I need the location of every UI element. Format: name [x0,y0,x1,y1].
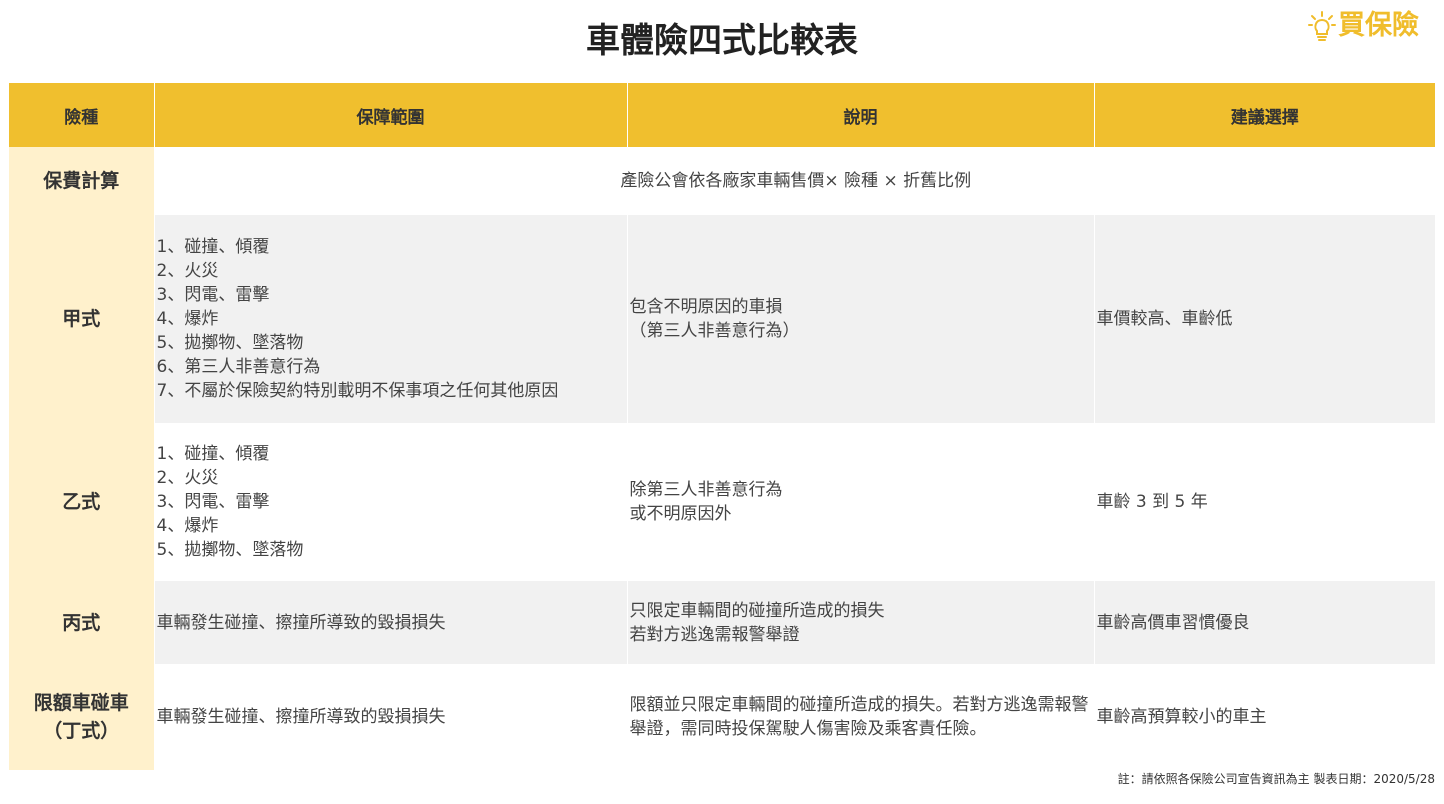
type-label-line: 乙式 [62,491,101,513]
footnote: 註：請依照各保險公司宣告資訊為主 製表日期：2020/5/28 [1117,772,1435,786]
type-label-line: 限額車碰車 [33,692,129,714]
coverage-item: 3、閃電、雷擊 [156,492,270,512]
logo-text: 買保險 [1338,10,1419,41]
coverage-item: 4、爆炸 [156,516,219,536]
coverage-cell: 1、碰撞、傾覆 2、火災 3、閃電、雷擊 4、爆炸 5、拋擲物、墜落物 [153,423,627,581]
description-line: 除第三人非善意行為 [629,480,783,500]
recommendation-cell: 車價較高、車齡低 [1093,215,1435,423]
premium-label: 保費計算 [9,147,154,215]
description-cell: 限額並只限定車輛間的碰撞所造成的損失。若對方逃逸需報警舉證，需同時投保駕駛人傷害… [626,664,1094,770]
description-line: 或不明原因外 [629,504,732,524]
coverage-cell: 車輛發生碰撞、擦撞所導致的毀損損失 [153,664,627,770]
table-row: 乙式 1、碰撞、傾覆 2、火災 3、閃電、雷擊 4、爆炸 5、拋擲物、墜落物 除… [9,423,1435,581]
coverage-item: 7、不屬於保險契約特別載明不保事項之任何其他原因 [156,381,559,401]
type-label-line: 甲式 [62,308,101,330]
coverage-item: 2、火災 [156,261,219,281]
header-description: 說明 [626,83,1094,147]
coverage-item: 車輛發生碰撞、擦撞所導致的毀損損失 [156,707,446,727]
type-label: 丙式 [9,581,154,664]
type-label-line: （丁式） [43,720,120,742]
coverage-cell: 車輛發生碰撞、擦撞所導致的毀損損失 [153,581,627,664]
description-cell: 包含不明原因的車損 （第三人非善意行為） [626,215,1094,423]
header-recommendation: 建議選擇 [1093,83,1435,147]
coverage-item: 3、閃電、雷擊 [156,285,270,305]
coverage-cell: 1、碰撞、傾覆 2、火災 3、閃電、雷擊 4、爆炸 5、拋擲物、墜落物 6、第三… [153,215,627,423]
table-row: 甲式 1、碰撞、傾覆 2、火災 3、閃電、雷擊 4、爆炸 5、拋擲物、墜落物 6… [9,215,1435,423]
coverage-item: 5、拋擲物、墜落物 [156,540,304,560]
premium-row: 保費計算 產險公會依各廠家車輛售價× 險種 × 折舊比例 [9,147,1435,215]
coverage-item: 車輛發生碰撞、擦撞所導致的毀損損失 [156,612,446,633]
table-row: 限額車碰車 （丁式） 車輛發生碰撞、擦撞所導致的毀損損失 限額並只限定車輛間的碰… [9,664,1435,770]
lightbulb-icon [1308,10,1336,42]
type-label: 限額車碰車 （丁式） [9,664,154,770]
premium-formula: 產險公會依各廠家車輛售價× 險種 × 折舊比例 [153,147,1435,215]
description-line: （第三人非善意行為） [629,321,800,341]
type-label: 甲式 [9,215,154,423]
description-line: 若對方逃逸需報警舉證 [629,624,800,645]
coverage-item: 4、爆炸 [156,309,219,329]
description-cell: 只限定車輛間的碰撞所造成的損失 若對方逃逸需報警舉證 [626,581,1094,664]
header-insurance-type: 險種 [9,83,154,147]
page-title: 車體險四式比較表 [586,21,858,61]
table-header-row: 險種 保障範圍 說明 建議選擇 [9,83,1435,147]
recommendation-cell: 車齡 3 到 5 年 [1093,423,1435,581]
table-row: 丙式 車輛發生碰撞、擦撞所導致的毀損損失 只限定車輛間的碰撞所造成的損失 若對方… [9,581,1435,664]
coverage-item: 2、火災 [156,468,219,488]
recommendation-cell: 車齡高預算較小的車主 [1093,664,1435,770]
comparison-table: 險種 保障範圍 說明 建議選擇 保費計算 產險公會依各廠家車輛售價× 險種 × … [9,83,1435,770]
coverage-item: 1、碰撞、傾覆 [156,237,270,257]
description-line: 限額並只限定車輛間的碰撞所造成的損失。若對方逃逸需報警舉證，需同時投保駕駛人傷害… [629,695,1089,739]
type-label: 乙式 [9,423,154,581]
type-label-line: 丙式 [62,611,101,634]
coverage-item: 5、拋擲物、墜落物 [156,333,304,353]
description-line: 只限定車輛間的碰撞所造成的損失 [629,600,885,621]
coverage-item: 6、第三人非善意行為 [156,357,321,377]
recommendation-cell: 車齡高價車習慣優良 [1093,581,1435,664]
header-coverage: 保障範圍 [153,83,627,147]
description-line: 包含不明原因的車損 [629,297,783,317]
coverage-item: 1、碰撞、傾覆 [156,444,270,464]
description-cell: 除第三人非善意行為 或不明原因外 [626,423,1094,581]
brand-logo[interactable]: 買保險 [1308,8,1419,44]
